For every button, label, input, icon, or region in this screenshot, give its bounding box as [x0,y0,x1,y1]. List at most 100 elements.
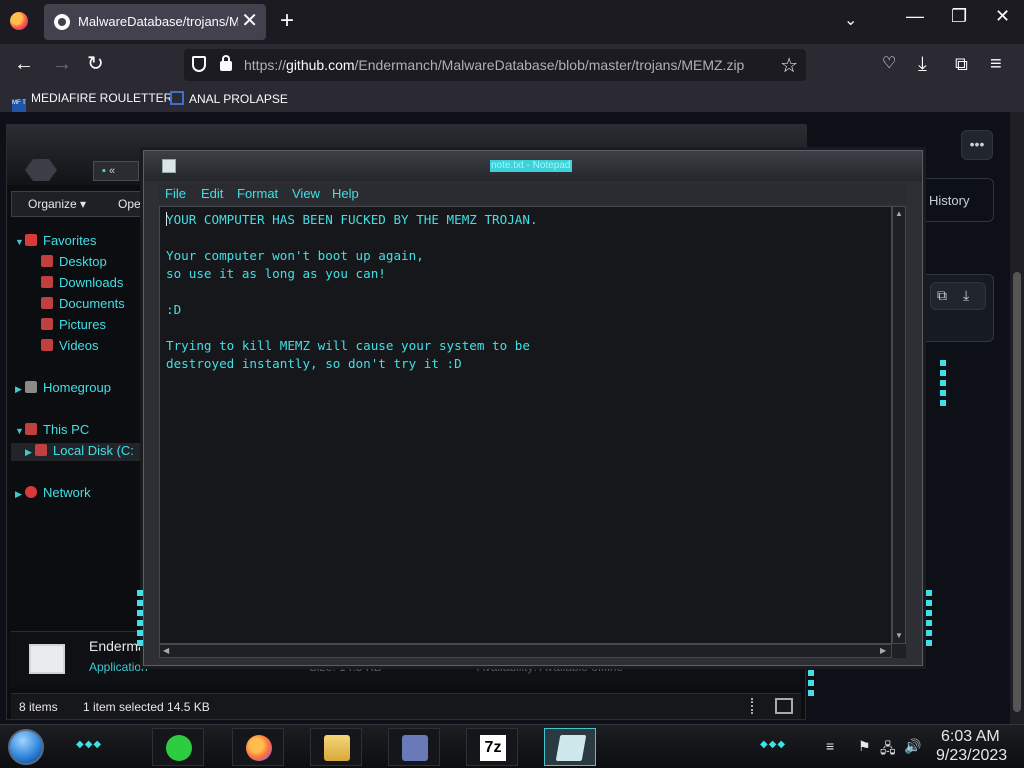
details-view-icon[interactable] [751,698,761,714]
nav-desktop[interactable]: Desktop [41,254,107,272]
volume-icon[interactable]: 🔊 [904,738,921,755]
nav-local-disk[interactable]: ▶ Local Disk (C: [11,443,143,461]
scroll-up-icon[interactable]: ▲ [895,209,903,218]
close-window-button[interactable]: ✕ [995,6,1010,27]
this-pc-icon [25,423,37,435]
nav-network[interactable]: ▶ Network [15,485,91,503]
scrollbar-thumb[interactable] [1013,272,1021,712]
notepad-title: note.txt - Notepad [490,160,572,172]
lock-icon[interactable] [220,55,232,71]
url-text[interactable]: https://github.com/Endermanch/MalwareDat… [244,57,744,73]
menu-file[interactable]: File [165,186,186,201]
new-tab-button[interactable]: + [280,8,294,34]
large-icons-view-icon[interactable] [775,698,793,714]
back-arrow-icon[interactable]: ← [14,53,34,75]
extensions-icon[interactable]: ⧉ [955,53,968,75]
menu-edit[interactable]: Edit [201,186,223,201]
minimize-button[interactable]: — [906,6,924,27]
action-center-flag-icon[interactable]: ⚑ [858,738,871,755]
nav-homegroup[interactable]: ▶ Homegroup [15,380,111,398]
tab-memz[interactable]: MalwareDatabase/trojans/MEMZ ✕ [44,4,266,40]
explorer-back-button[interactable]: ▪ « [93,161,139,181]
menu-format[interactable]: Format [237,186,278,201]
start-orb-icon[interactable] [8,729,44,765]
bookmark-mediafire[interactable]: MF T MEDIAFIRE ROULETTER [12,91,172,114]
restore-button[interactable]: ❐ [951,6,967,27]
documents-icon [41,297,53,309]
clock-time[interactable]: 6:03 AM [941,728,1000,746]
bookmark-star-icon[interactable]: ☆ [780,53,798,78]
notepad-window: note.txt - Notepad File Edit Format View… [143,150,923,666]
forward-arrow-icon[interactable]: → [52,53,72,75]
organize-button[interactable]: Organize ▾ [28,197,86,211]
copy-icon[interactable]: ⧉ [937,287,947,304]
7zip-app[interactable]: 7z [466,728,518,766]
reload-icon[interactable]: ↻ [87,53,104,75]
scroll-right-icon[interactable]: ▶ [880,646,886,655]
frame-decoration [940,360,946,410]
file-thumbnail-icon [29,644,65,674]
taskbar: ◆◆◆ 7z ◆◆◆ ≡ ⚑ 🖧 🔊 6:03 AM 9/23/2023 [0,724,1024,768]
clock-date[interactable]: 9/23/2023 [936,747,1007,765]
notepad-title-bar[interactable]: note.txt - Notepad [144,151,922,181]
menu-view[interactable]: View [292,186,320,201]
pocket-icon[interactable]: ♡ [882,53,896,75]
file-explorer-app[interactable] [310,728,362,766]
firefox-app[interactable] [232,728,284,766]
expand-arrow-icon[interactable]: ▶ [15,384,25,395]
resize-grip-icon[interactable] [892,644,906,658]
downloads-folder-icon [41,276,53,288]
desktop-icon [41,255,53,267]
local-disk-icon [35,444,47,456]
notepad-horizontal-scrollbar[interactable]: ◀ ▶ [159,644,892,658]
notepad-vertical-scrollbar[interactable]: ▲ ▼ [892,206,906,644]
bookmarks-toolbar: MF T MEDIAFIRE ROULETTER ANAL PROLAPSE [0,86,1024,114]
guilded-icon [166,735,192,761]
nav-pictures[interactable]: Pictures [41,317,106,335]
scroll-down-icon[interactable]: ▼ [895,631,903,640]
expand-arrow-icon[interactable]: ▼ [15,426,25,436]
tracking-protection-shield-icon[interactable] [192,56,206,72]
network-tray-icon[interactable]: 🖧 [880,738,896,762]
expand-arrow-icon[interactable]: ▶ [15,489,25,500]
more-options-button[interactable]: ••• [961,130,993,160]
notepad-icon[interactable] [162,159,176,173]
page-scrollbar[interactable] [1010,112,1024,724]
scroll-left-icon[interactable]: ◀ [163,646,169,655]
notepad-text-area[interactable]: YOUR COMPUTER HAS BEEN FUCKED BY THE MEM… [159,206,892,644]
guilded-app[interactable] [152,728,204,766]
nav-favorites[interactable]: ▼ Favorites [15,233,96,251]
show-hidden-icons-icon[interactable]: ≡ [826,738,834,754]
nav-documents[interactable]: Documents [41,296,125,314]
expand-arrow-icon[interactable]: ▶ [25,447,35,458]
browser-tab-bar: MalwareDatabase/trojans/MEMZ ✕ + ⌄ — ❐ ✕ [0,0,1024,44]
frame-decoration [137,590,143,650]
network-icon [25,486,37,498]
notepad-menu-bar: File Edit Format View Help [159,184,907,204]
text-caret [166,212,167,226]
menu-help[interactable]: Help [332,186,359,201]
history-button[interactable]: History [920,178,994,222]
notepad-app[interactable] [544,728,596,766]
nav-this-pc[interactable]: ▼ This PC [15,422,89,440]
menu-hamburger-icon[interactable]: ≡ [990,53,1002,75]
control-panel-icon [402,735,428,761]
details-file-type: Application [89,660,148,674]
firefox-view-icon[interactable] [10,12,28,30]
nav-downloads[interactable]: Downloads [41,275,123,293]
frame-decoration [808,670,814,700]
favorites-star-icon [25,234,37,246]
downloads-icon[interactable]: ⤓ [918,53,927,75]
list-all-tabs-icon[interactable]: ⌄ [844,10,857,30]
notepad-taskbar-icon [555,735,587,761]
control-panel-app[interactable] [388,728,440,766]
tab-close-icon[interactable]: ✕ [241,10,258,32]
expand-arrow-icon[interactable]: ▼ [15,237,25,247]
notepad-content[interactable]: YOUR COMPUTER HAS BEEN FUCKED BY THE MEM… [166,211,538,373]
nav-videos[interactable]: Videos [41,338,99,356]
open-button[interactable]: Ope [118,197,141,211]
url-bar[interactable]: https://github.com/Endermanch/MalwareDat… [184,49,806,81]
taskbar-decoration: ◆◆◆ [760,739,787,750]
download-icon[interactable]: ⤓ [963,287,969,304]
bookmark-second[interactable]: ANAL PROLAPSE [170,91,288,106]
